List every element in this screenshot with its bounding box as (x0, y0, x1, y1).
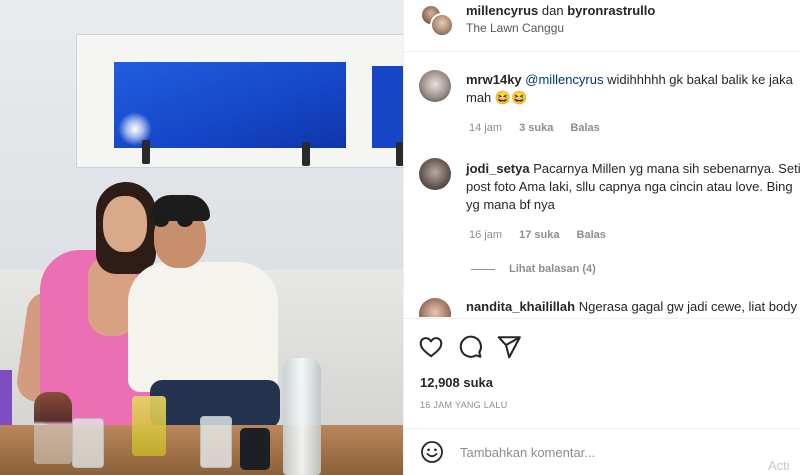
avatar[interactable] (419, 158, 451, 190)
post-actions: 12,908 suka 16 JAM YANG LALU (404, 318, 800, 428)
comment-item: jodi_setya Pacarnya Millen yg mana sih s… (404, 156, 800, 276)
post-photo[interactable] (0, 0, 403, 475)
photo-phone (240, 428, 270, 470)
comment-body: Ngerasa gagal gw jadi cewe, liat body (578, 299, 797, 314)
avatar[interactable] (419, 298, 451, 317)
comment-username[interactable]: mrw14ky (466, 72, 522, 87)
photo-lamp (142, 140, 150, 164)
likes-count[interactable]: 12,908 suka (420, 375, 493, 390)
emoji-icon[interactable] (420, 440, 444, 464)
comment-item: nandita_khailillah Ngerasa gagal gw jadi… (404, 294, 800, 317)
photo-person-face (103, 196, 147, 252)
comment-input[interactable] (460, 441, 780, 463)
comment-icon[interactable] (457, 334, 483, 360)
author-conjunction: dan (541, 3, 564, 18)
post-header: millencyrus dan byronrastrullo The Lawn … (404, 0, 800, 52)
photo-sunglasses (153, 213, 197, 227)
view-replies-button[interactable]: Lihat balasan (4) (471, 263, 596, 275)
photo-bottle (283, 358, 321, 475)
comment-body: widihhhhh gk bakal balik ke jaka (607, 72, 793, 87)
author-username[interactable]: millencyrus (466, 3, 538, 18)
photo-person-man (128, 262, 278, 392)
comment-text: nandita_khailillah Ngerasa gagal gw jadi… (466, 298, 800, 316)
post-timestamp[interactable]: 16 JAM YANG LALU (420, 400, 508, 410)
comment-meta: 16 jam 17 suka Balas (469, 229, 620, 241)
author-username[interactable]: byronrastrullo (567, 3, 655, 18)
comment-body: post foto Ama laki, sllu capnya nga cinc… (466, 179, 793, 194)
share-icon[interactable] (496, 334, 522, 360)
comment-username[interactable]: nandita_khailillah (466, 299, 575, 314)
comment-mention[interactable]: @millencyrus (525, 72, 603, 87)
comment-list[interactable]: mrw14ky @millencyrus widihhhhh gk bakal … (404, 53, 800, 317)
post-sidebar: millencyrus dan byronrastrullo The Lawn … (403, 0, 800, 475)
comment-username[interactable]: jodi_setya (466, 161, 530, 176)
photo-glass (34, 392, 72, 464)
comment-text: jodi_setya Pacarnya Millen yg mana sih s… (466, 160, 800, 214)
comment-body: Pacarnya Millen yg mana sih sebenarnya. … (533, 161, 800, 176)
comment-body: mah 😆😆 (466, 90, 528, 105)
reply-button[interactable]: Balas (570, 122, 599, 134)
heart-icon[interactable] (418, 334, 444, 360)
comment-age[interactable]: 16 jam (469, 229, 502, 241)
post-location[interactable]: The Lawn Canggu (466, 21, 564, 35)
photo-glass (132, 396, 166, 456)
photo-glass (72, 418, 104, 468)
divider-line (471, 268, 495, 270)
comment-text: mrw14ky @millencyrus widihhhhh gk bakal … (466, 71, 800, 107)
comment-item: mrw14ky @millencyrus widihhhhh gk bakal … (404, 67, 800, 157)
comment-meta: 14 jam 3 suka Balas (469, 122, 614, 134)
photo-lamp (396, 142, 403, 166)
comment-body: yg mana bf nya (466, 197, 555, 212)
post-authors: millencyrus dan byronrastrullo (466, 3, 655, 18)
photo-art-panel-right (372, 66, 403, 148)
watermark-text: Acti (768, 458, 790, 473)
photo-lamp (302, 142, 310, 166)
comment-age[interactable]: 14 jam (469, 122, 502, 134)
photo-glass (200, 416, 232, 468)
avatar[interactable] (430, 13, 454, 37)
avatar[interactable] (419, 70, 451, 102)
view-replies-label: Lihat balasan (4) (509, 263, 596, 275)
reply-button[interactable]: Balas (577, 229, 606, 241)
author-avatars[interactable] (420, 4, 454, 38)
comment-likes[interactable]: 3 suka (519, 122, 553, 134)
add-comment-bar (404, 428, 800, 475)
comment-likes[interactable]: 17 suka (519, 229, 559, 241)
